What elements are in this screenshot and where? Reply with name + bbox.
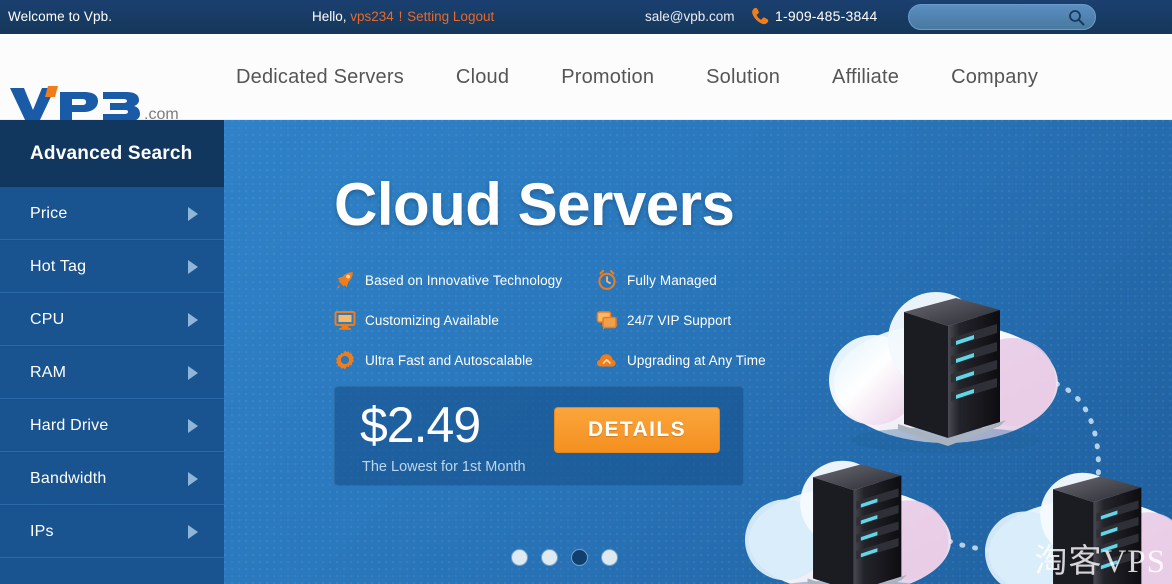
hero-banner: Cloud Servers Based on Innovative Techno… <box>224 120 1172 584</box>
sidebar-item-ram[interactable]: RAM <box>0 346 224 399</box>
nav-item-affiliate[interactable]: Affiliate <box>806 66 925 89</box>
feature-item: Based on Innovative Technology <box>334 260 594 300</box>
sidebar-item-label: Price <box>30 204 68 222</box>
cloud-servers-illustration <box>744 230 1172 584</box>
site-logo[interactable]: .com <box>8 84 194 124</box>
phone-number: 1-909-485-3844 <box>775 8 878 24</box>
sidebar-title: Advanced Search <box>30 142 193 164</box>
setting-link[interactable]: Setting <box>407 9 449 24</box>
feature-item: Ultra Fast and Autoscalable <box>334 340 594 380</box>
cloud-icon <box>596 349 618 371</box>
carousel-dots <box>512 550 617 565</box>
feature-label: Based on Innovative Technology <box>365 272 563 288</box>
carousel-dot-4[interactable] <box>602 550 617 565</box>
search-icon[interactable] <box>1068 9 1085 26</box>
price-panel: $2.49 The Lowest for 1st Month DETAILS <box>334 386 744 486</box>
rocket-icon <box>334 269 356 291</box>
page-stage: Cloud Servers Based on Innovative Techno… <box>0 120 1172 584</box>
main-navigation: Dedicated Servers Cloud Promotion Soluti… <box>210 34 1064 120</box>
feature-label: Customizing Available <box>365 312 499 328</box>
clock-icon <box>596 269 618 291</box>
chevron-right-icon <box>188 418 198 433</box>
details-button[interactable]: DETAILS <box>554 407 720 453</box>
sidebar-item-hot-tag[interactable]: Hot Tag <box>0 240 224 293</box>
sidebar-item-bandwidth[interactable]: Bandwidth <box>0 452 224 505</box>
chevron-right-icon <box>188 312 198 327</box>
nav-item-dedicated-servers[interactable]: Dedicated Servers <box>210 66 430 89</box>
phone-icon <box>750 6 770 28</box>
sidebar-item-label: Hot Tag <box>30 257 87 275</box>
advanced-search-sidebar: Advanced Search Price Hot Tag CPU RAM Ha… <box>0 120 224 584</box>
carousel-dot-3[interactable] <box>572 550 587 565</box>
feature-column-left: Based on Innovative Technology Customizi… <box>334 260 594 380</box>
gear-icon <box>334 349 356 371</box>
sidebar-item-label: RAM <box>30 363 67 381</box>
nav-item-promotion[interactable]: Promotion <box>535 66 680 89</box>
greeting-separator: ! <box>398 9 403 24</box>
price-subtitle: The Lowest for 1st Month <box>362 459 526 475</box>
feature-label: Ultra Fast and Autoscalable <box>365 352 533 368</box>
feature-item: Customizing Available <box>334 300 594 340</box>
feature-label: Fully Managed <box>627 272 717 288</box>
sidebar-item-price[interactable]: Price <box>0 187 224 240</box>
nav-item-cloud[interactable]: Cloud <box>430 66 535 89</box>
chevron-right-icon <box>188 471 198 486</box>
monitor-icon <box>334 309 356 331</box>
welcome-text: Welcome to Vpb. <box>8 9 113 24</box>
sidebar-item-hard-drive[interactable]: Hard Drive <box>0 399 224 452</box>
sidebar-item-ips[interactable]: IPs <box>0 505 224 558</box>
top-utility-bar: Welcome to Vpb. Hello, vps234 ! Setting … <box>0 0 1172 34</box>
account-greeting: Hello, vps234 ! Setting Logout <box>312 9 494 24</box>
hello-label: Hello, <box>312 9 347 24</box>
carousel-dot-2[interactable] <box>542 550 557 565</box>
feature-label: 24/7 VIP Support <box>627 312 732 328</box>
sidebar-header: Advanced Search <box>0 120 224 187</box>
chevron-right-icon <box>188 259 198 274</box>
sidebar-item-label: IPs <box>30 522 54 540</box>
logout-link[interactable]: Logout <box>453 9 494 24</box>
hero-title: Cloud Servers <box>334 171 735 238</box>
search-input[interactable] <box>921 8 1061 26</box>
sidebar-item-label: Hard Drive <box>30 416 109 434</box>
sales-email-link[interactable]: sale@vpb.com <box>645 9 735 24</box>
username-label: vps234 <box>350 9 394 24</box>
nav-item-company[interactable]: Company <box>925 66 1064 89</box>
chevron-right-icon <box>188 524 198 539</box>
sidebar-item-label: CPU <box>30 310 65 328</box>
sidebar-item-cpu[interactable]: CPU <box>0 293 224 346</box>
price-amount: $2.49 <box>360 397 481 453</box>
chevron-right-icon <box>188 365 198 380</box>
carousel-dot-1[interactable] <box>512 550 527 565</box>
sidebar-item-label: Bandwidth <box>30 469 107 487</box>
support-icon <box>596 309 618 331</box>
site-header: .com Dedicated Servers Cloud Promotion S… <box>0 34 1172 123</box>
nav-item-solution[interactable]: Solution <box>680 66 806 89</box>
search-box[interactable] <box>908 4 1096 30</box>
chevron-right-icon <box>188 206 198 221</box>
